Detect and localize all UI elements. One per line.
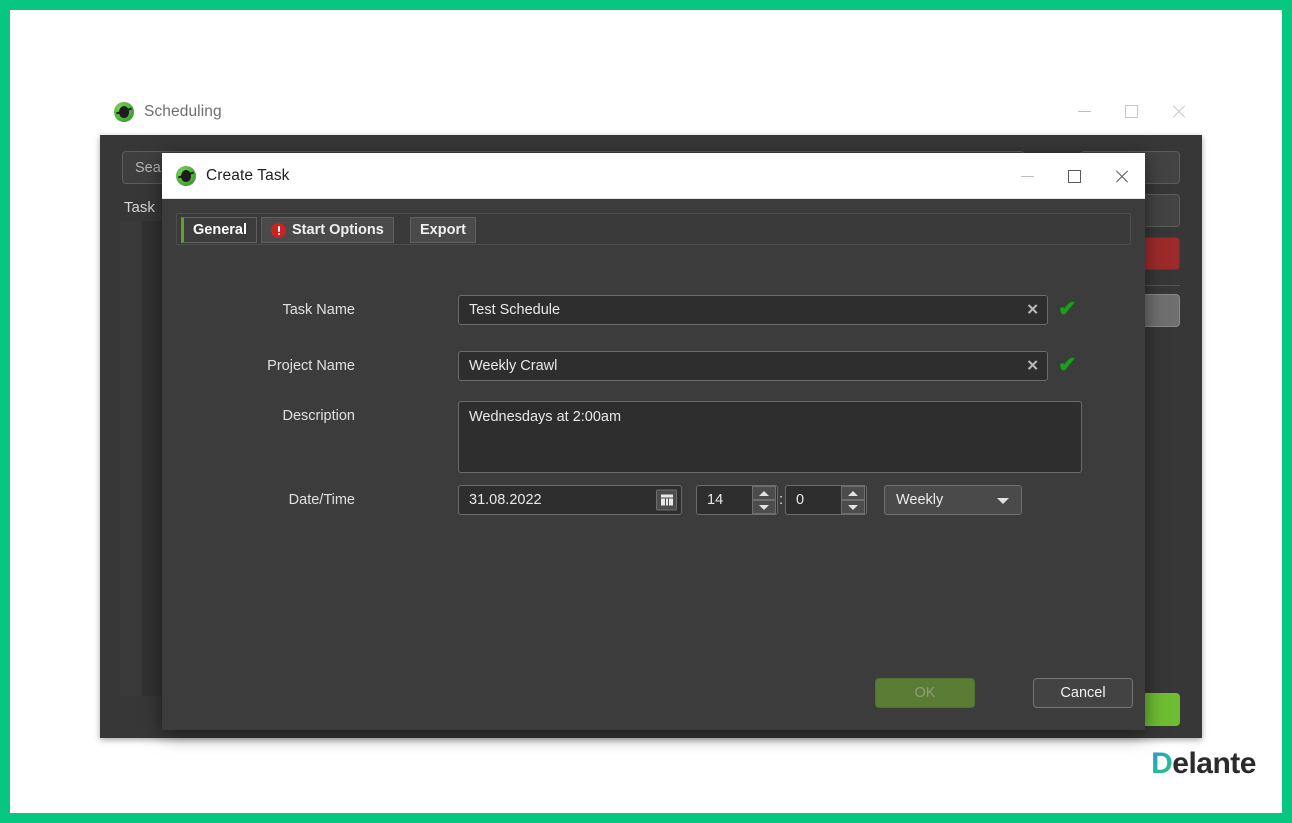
valid-check-icon: ✔ bbox=[1058, 298, 1076, 320]
minute-decrement-button[interactable] bbox=[841, 500, 865, 514]
date-value: 31.08.2022 bbox=[469, 492, 542, 508]
tab-export[interactable]: Export bbox=[410, 217, 476, 243]
task-table-side-column bbox=[120, 221, 142, 696]
tab-strip: General Start Options Export bbox=[176, 213, 1131, 245]
dialog-titlebar: Create Task bbox=[162, 153, 1145, 198]
time-separator: : bbox=[779, 485, 783, 515]
hour-stepper-buttons bbox=[752, 486, 776, 514]
tab-export-label: Export bbox=[420, 222, 466, 238]
hour-stepper[interactable]: 14 bbox=[696, 485, 778, 515]
error-icon bbox=[271, 223, 286, 238]
task-name-value: Test Schedule bbox=[469, 302, 560, 318]
dialog-body: General Start Options Export Task Name T… bbox=[162, 198, 1145, 730]
project-name-value: Weekly Crawl bbox=[469, 358, 557, 374]
minimize-button[interactable] bbox=[1061, 88, 1108, 135]
close-icon[interactable] bbox=[1155, 88, 1202, 135]
project-name-input[interactable]: Weekly Crawl ✕ bbox=[458, 351, 1048, 381]
task-name-input[interactable]: Test Schedule ✕ bbox=[458, 295, 1048, 325]
delante-logo-d: D bbox=[1151, 747, 1172, 781]
task-name-label: Task Name bbox=[207, 295, 355, 325]
description-textarea[interactable]: Wednesdays at 2:00am bbox=[458, 401, 1082, 473]
minute-increment-button[interactable] bbox=[841, 486, 865, 500]
app-spider-icon bbox=[176, 166, 196, 186]
minute-stepper-buttons bbox=[841, 486, 865, 514]
maximize-button[interactable] bbox=[1108, 88, 1155, 135]
hour-value: 14 bbox=[697, 492, 752, 508]
valid-check-icon: ✔ bbox=[1058, 354, 1076, 376]
calendar-icon[interactable] bbox=[656, 490, 677, 511]
scheduling-window-title: Scheduling bbox=[144, 103, 222, 121]
minute-value: 0 bbox=[786, 492, 841, 508]
frequency-value: Weekly bbox=[896, 492, 943, 508]
maximize-button[interactable] bbox=[1051, 153, 1098, 200]
tab-general-label: General bbox=[193, 222, 247, 238]
tab-start-options[interactable]: Start Options bbox=[261, 217, 394, 243]
clear-icon[interactable]: ✕ bbox=[1026, 359, 1039, 374]
hour-increment-button[interactable] bbox=[752, 486, 776, 500]
project-name-label: Project Name bbox=[207, 351, 355, 381]
dialog-title: Create Task bbox=[206, 167, 290, 185]
date-time-label: Date/Time bbox=[207, 485, 355, 515]
hour-decrement-button[interactable] bbox=[752, 500, 776, 514]
tab-start-options-label: Start Options bbox=[292, 222, 384, 238]
description-label: Description bbox=[207, 401, 355, 431]
frequency-select[interactable]: Weekly bbox=[884, 485, 1022, 515]
scheduling-titlebar: Scheduling bbox=[100, 88, 1202, 135]
minimize-button[interactable] bbox=[1004, 153, 1051, 200]
page-frame: Scheduling Sea Task te / Create Task bbox=[0, 0, 1292, 823]
chevron-down-icon bbox=[997, 498, 1009, 504]
clear-icon[interactable]: ✕ bbox=[1026, 303, 1039, 318]
date-input[interactable]: 31.08.2022 bbox=[458, 485, 682, 515]
scheduling-window-controls bbox=[1061, 88, 1202, 135]
minute-stepper[interactable]: 0 bbox=[785, 485, 867, 515]
dialog-window-controls bbox=[1004, 153, 1145, 200]
cancel-button[interactable]: Cancel bbox=[1033, 678, 1133, 708]
tab-general[interactable]: General bbox=[181, 217, 257, 243]
create-task-dialog: Create Task General Start Options Export bbox=[162, 153, 1145, 730]
delante-logo: D elante bbox=[1151, 747, 1256, 781]
close-icon[interactable] bbox=[1098, 153, 1145, 200]
delante-logo-text: elante bbox=[1172, 747, 1256, 781]
app-spider-icon bbox=[114, 102, 134, 122]
ok-button[interactable]: OK bbox=[875, 678, 975, 708]
description-value: Wednesdays at 2:00am bbox=[469, 409, 621, 425]
